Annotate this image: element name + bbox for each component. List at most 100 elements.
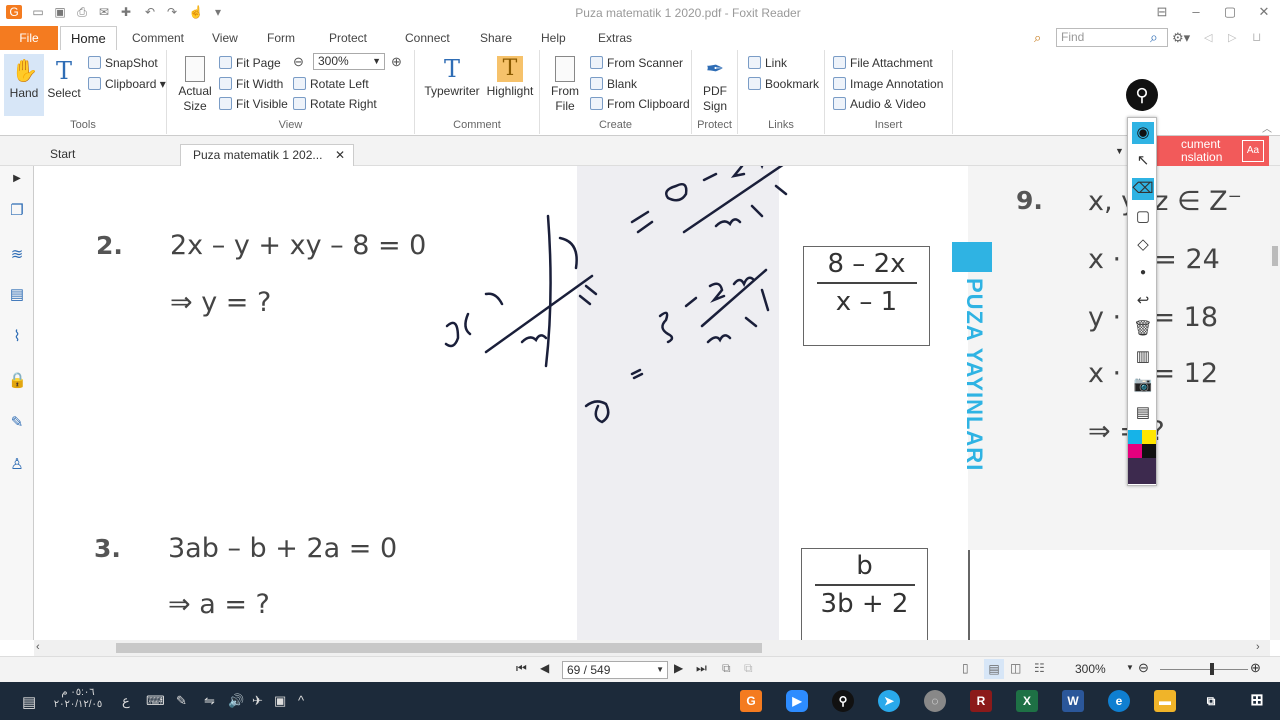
continuous-page-icon[interactable]: ▤ (984, 659, 1004, 679)
rotate-right-button[interactable]: Rotate Right (293, 97, 377, 111)
attachments-icon[interactable]: ⌇ (8, 328, 26, 346)
bookmark-button[interactable]: Bookmark (748, 77, 819, 91)
zoom-select[interactable]: 300% ▼ (313, 53, 385, 70)
maximize-button[interactable]: ▢ (1220, 3, 1240, 21)
select-tool-button[interactable]: T Select (44, 58, 84, 101)
certify-icon[interactable]: ♙ (8, 456, 26, 474)
word-icon[interactable]: W (1062, 690, 1084, 712)
blank-button[interactable]: Blank (590, 77, 637, 91)
vertical-scrollbar[interactable] (1270, 166, 1280, 640)
scroll-left-icon[interactable]: ‹ (36, 641, 40, 653)
airplane-icon[interactable]: ✈ (252, 693, 263, 709)
restore-ribbon-icon[interactable]: ⊟ (1152, 3, 1172, 21)
tab-protect[interactable]: Protect (329, 26, 367, 50)
zoom-app-icon[interactable]: ▶ (786, 690, 808, 712)
rotate-left-button[interactable]: Rotate Left (293, 77, 369, 91)
find-settings-icon[interactable]: ⌕ (1034, 30, 1041, 46)
rectangle-icon[interactable]: ▢ (1132, 206, 1154, 228)
typewriter-button[interactable]: T Typewriter (423, 56, 481, 99)
tab-view[interactable]: View (212, 26, 238, 50)
tab-list-icon[interactable]: ▼ (1115, 146, 1124, 156)
pdf-sign-button[interactable]: ✒ PDF Sign (696, 56, 734, 114)
file-attachment-button[interactable]: File Attachment (833, 56, 933, 70)
close-tab-icon[interactable]: ✕ (335, 145, 345, 165)
hand-tool-button[interactable]: ✋ Hand (4, 54, 44, 116)
recorder-icon[interactable]: R (970, 690, 992, 712)
network-icon[interactable]: ⇋ (204, 693, 215, 709)
foxit-reader-taskbar-icon[interactable]: G (740, 690, 762, 712)
tab-share[interactable]: Share (480, 26, 512, 50)
zoom-dropdown-arrow-icon[interactable]: ▼ (1126, 663, 1134, 672)
prev-page-icon[interactable]: ◀ (540, 661, 549, 675)
color-black[interactable] (1142, 444, 1156, 458)
tab-help[interactable]: Help (541, 26, 566, 50)
tab-form[interactable]: Form (267, 26, 295, 50)
pages-icon[interactable]: ❐ (8, 202, 26, 220)
network-app-icon[interactable]: ◌ (924, 690, 946, 712)
undo-stroke-icon[interactable]: ↩ (1132, 290, 1154, 312)
clipboard-button[interactable]: Clipboard ▾ (88, 77, 166, 91)
link-button[interactable]: Link (748, 56, 787, 70)
view-back-icon[interactable]: ⧉ (722, 661, 731, 676)
continuous-facing-icon[interactable]: ☷ (1034, 661, 1045, 675)
color-magenta[interactable] (1128, 444, 1142, 458)
translate-icon[interactable]: Aa (1242, 140, 1264, 162)
keyboard-icon[interactable]: ⌨ (146, 693, 165, 709)
from-clipboard-button[interactable]: From Clipboard (590, 97, 690, 111)
notification-icon[interactable]: ▤ (22, 693, 36, 711)
color-palette-swatch[interactable] (1128, 458, 1156, 484)
color-cyan[interactable] (1128, 430, 1142, 444)
audio-video-button[interactable]: Audio & Video (833, 97, 926, 111)
expand-panel-icon[interactable]: ▶ (8, 170, 26, 188)
screenshot-icon[interactable]: 📷 (1132, 374, 1154, 396)
status-zoom-in-icon[interactable]: ⊕ (1250, 660, 1261, 676)
horizontal-scroll-thumb[interactable] (116, 643, 762, 653)
highlighter-icon[interactable]: ⌫ (1132, 178, 1154, 200)
zoom-slider-track[interactable] (1160, 669, 1248, 670)
layers-icon[interactable]: ≋ (8, 246, 26, 264)
from-file-button[interactable]: From File (546, 56, 584, 114)
dot-icon[interactable]: ● (1132, 262, 1154, 284)
input-language[interactable]: ع (122, 693, 130, 709)
search-icon[interactable]: ⌕ (1150, 29, 1158, 46)
fit-width-button[interactable]: Fit Width (219, 77, 283, 91)
trash-icon[interactable]: 🗑 (1132, 318, 1154, 340)
edge-icon[interactable]: e (1108, 690, 1130, 712)
cursor-icon[interactable]: ↖ (1132, 150, 1154, 172)
last-page-icon[interactable]: ⏭ (696, 661, 707, 676)
collapse-ribbon-icon[interactable]: ︿ (1262, 120, 1272, 135)
volume-icon[interactable]: 🔊 (228, 693, 244, 709)
page-number-input[interactable]: 69 / 549 ▼ (562, 661, 668, 679)
status-zoom-value[interactable]: 300% (1075, 662, 1106, 676)
next-page-icon[interactable]: ▶ (674, 661, 683, 675)
minimize-button[interactable]: – (1186, 3, 1206, 21)
comments-icon[interactable]: ▤ (8, 286, 26, 304)
scroll-right-icon[interactable]: › (1256, 641, 1260, 653)
view-forward-icon[interactable]: ⧉ (744, 661, 753, 676)
snapshot-button[interactable]: SnapShot (88, 56, 158, 70)
tab-extras[interactable]: Extras (598, 26, 632, 50)
pdf-page-view[interactable]: 2. 2x – y + xy – 8 = 0 ⇒ y = ? 3. 3ab – … (40, 166, 1270, 640)
tab-home[interactable]: Home (60, 26, 117, 50)
security-lock-icon[interactable]: 🔒 (8, 372, 27, 390)
expand-icon[interactable]: ⊔ (1252, 30, 1261, 44)
zoom-slider-thumb[interactable] (1210, 663, 1214, 675)
telegram-icon[interactable]: ➤ (878, 690, 900, 712)
status-zoom-out-icon[interactable]: ⊖ (1138, 660, 1149, 676)
prev-result-icon[interactable]: ◁ (1204, 31, 1212, 44)
first-page-icon[interactable]: ⏮ (516, 661, 527, 676)
tab-comment[interactable]: Comment (132, 26, 184, 50)
document-tab[interactable]: Puza matematik 1 202... ✕ (180, 144, 354, 166)
fit-visible-button[interactable]: Fit Visible (219, 97, 288, 111)
show-hidden-icons[interactable]: ^ (298, 693, 304, 708)
highlight-button[interactable]: T Highlight (483, 56, 537, 99)
single-page-icon[interactable]: ▯ (962, 661, 969, 675)
windows-start-icon[interactable]: ⊞ (1246, 690, 1268, 712)
task-view-icon[interactable]: ⧉ (1200, 690, 1222, 712)
horizontal-scrollbar[interactable]: ‹ › (34, 640, 1270, 656)
file-explorer-icon[interactable]: ▬ (1154, 690, 1176, 712)
clock[interactable]: ٠٥:٠٦ م ٢٠٢٠/١٢/٠٥ (50, 687, 106, 711)
file-menu[interactable]: File (0, 26, 58, 50)
eraser-icon[interactable]: ◇ (1132, 234, 1154, 256)
close-button[interactable]: ✕ (1254, 3, 1274, 21)
